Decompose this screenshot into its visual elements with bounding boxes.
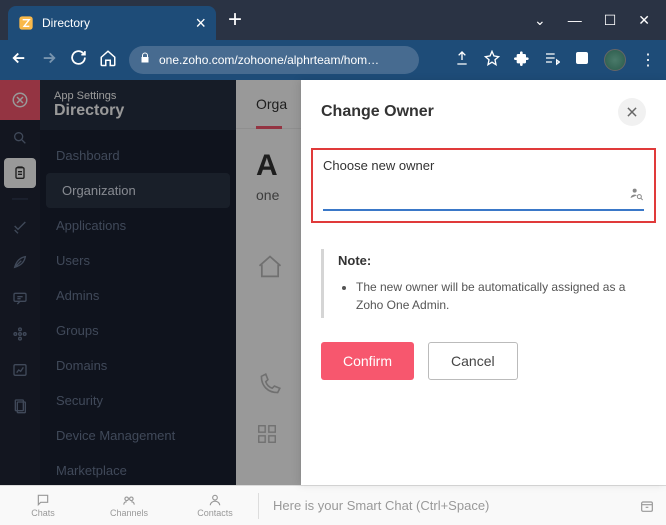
chevron-down-icon[interactable]: ⌄ [534,12,546,29]
tab-close-icon[interactable]: × [195,13,206,34]
window-controls: ⌄ — ☐ ✕ [534,12,658,29]
back-button[interactable] [10,49,28,72]
owner-input[interactable] [323,181,628,205]
owner-input-highlight: Choose new owner [311,148,656,223]
tab-title: Directory [42,16,187,30]
zoho-icon [18,15,34,31]
bookmark-icon[interactable] [484,50,500,71]
bottom-tab-channels[interactable]: Channels [86,493,172,518]
overlay[interactable] [0,80,236,485]
maximize-button[interactable]: ☐ [604,12,617,29]
bottom-tab-channels-label: Channels [110,508,148,518]
bottom-archive-icon[interactable] [628,498,666,514]
modal-title: Change Owner [321,103,434,121]
note-item: The new owner will be automatically assi… [356,278,646,314]
bottom-bar: Chats Channels Contacts Here is your Sma… [0,485,666,525]
new-tab-button[interactable]: + [228,8,242,32]
url-text: one.zoho.com/zohoone/alphrteam/hom… [159,53,379,67]
main-content: Orga A one Change Owner Cho [236,80,666,485]
note-title: Note: [338,253,646,268]
reload-button[interactable] [70,49,87,71]
lock-icon [139,51,151,69]
minimize-button[interactable]: — [568,12,582,29]
profile-avatar[interactable] [604,49,626,71]
share-icon[interactable] [454,50,470,71]
address-bar[interactable]: one.zoho.com/zohoone/alphrteam/hom… [129,46,419,74]
modal-close-button[interactable] [618,98,646,126]
bottom-tab-contacts-label: Contacts [197,508,233,518]
home-button[interactable] [99,49,117,72]
smart-chat-input[interactable]: Here is your Smart Chat (Ctrl+Space) [259,498,628,513]
owner-input-label: Choose new owner [323,158,644,173]
forward-button[interactable] [40,49,58,72]
menu-icon[interactable]: ⋮ [640,50,656,70]
close-window-button[interactable]: ✕ [638,12,650,29]
change-owner-modal: Change Owner Choose new owner Note: The … [301,80,666,485]
app-icon[interactable] [574,50,590,71]
bottom-tab-chats-label: Chats [31,508,55,518]
playlist-icon[interactable] [544,50,560,71]
confirm-button[interactable]: Confirm [321,342,414,380]
note-block: Note: The new owner will be automaticall… [321,249,646,318]
browser-tab[interactable]: Directory × [8,6,216,40]
cancel-button[interactable]: Cancel [428,342,518,380]
user-search-icon[interactable] [628,186,644,205]
browser-toolbar: one.zoho.com/zohoone/alphrteam/hom… ⋮ [0,40,666,80]
bottom-tab-contacts[interactable]: Contacts [172,493,258,518]
browser-tabstrip: Directory × + ⌄ — ☐ ✕ [0,0,666,40]
overlay-main[interactable] [236,80,301,485]
extensions-icon[interactable] [514,50,530,71]
bottom-tab-chats[interactable]: Chats [0,493,86,518]
